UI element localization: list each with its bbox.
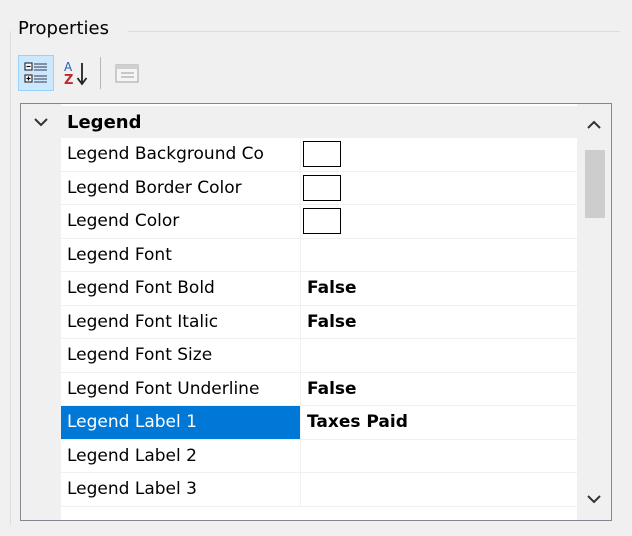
property-value[interactable]: False xyxy=(301,272,577,305)
property-name[interactable]: Legend Color xyxy=(61,205,301,238)
grid-gutter xyxy=(21,104,61,520)
property-row[interactable]: Legend Font Italic False xyxy=(61,305,577,339)
property-name[interactable]: Legend Background Co xyxy=(61,138,301,171)
property-row[interactable]: Legend Label 2 xyxy=(61,439,577,473)
group-border-left xyxy=(10,31,11,525)
color-swatch[interactable] xyxy=(303,208,341,235)
property-pages-button[interactable] xyxy=(109,55,145,91)
alphabetical-button[interactable]: A Z xyxy=(58,55,94,91)
property-value[interactable] xyxy=(301,172,577,205)
property-value[interactable] xyxy=(301,205,577,238)
property-row[interactable]: Legend Font xyxy=(61,238,577,272)
property-row[interactable]: Legend Background Co xyxy=(61,138,577,172)
vertical-scrollbar[interactable] xyxy=(577,104,611,520)
property-row[interactable]: Legend Color xyxy=(61,205,577,239)
chevron-down-icon xyxy=(34,118,48,127)
categorized-icon xyxy=(24,62,47,83)
property-value[interactable]: False xyxy=(301,373,577,406)
category-label: Legend xyxy=(67,111,142,133)
property-name[interactable]: Legend Label 2 xyxy=(61,439,301,472)
property-row[interactable]: Legend Border Color xyxy=(61,171,577,205)
property-name[interactable]: Legend Font xyxy=(61,238,301,271)
property-pages-icon xyxy=(115,64,139,83)
scroll-up-button[interactable] xyxy=(577,108,611,142)
property-rows: Legend Background Co Legend Border Color L… xyxy=(61,138,577,507)
property-value[interactable] xyxy=(301,138,577,171)
property-name[interactable]: Legend Label 3 xyxy=(61,473,301,506)
color-swatch[interactable] xyxy=(303,141,341,168)
category-toggle[interactable] xyxy=(21,116,61,128)
property-value[interactable] xyxy=(301,239,577,272)
panel-title: Properties xyxy=(18,18,109,39)
properties-panel: Properties A Z Legend Legend Background … xyxy=(0,0,632,536)
property-grid[interactable]: Legend Legend Background Co Legend Border… xyxy=(20,103,612,521)
property-row[interactable]: Legend Font Underline False xyxy=(61,372,577,406)
property-name[interactable]: Legend Label 1 xyxy=(61,406,301,439)
property-value[interactable]: False xyxy=(301,306,577,339)
property-name[interactable]: Legend Font Size xyxy=(61,339,301,372)
categorized-button[interactable] xyxy=(18,55,54,91)
property-row[interactable]: Legend Font Size xyxy=(61,339,577,373)
property-value[interactable]: Taxes Paid xyxy=(301,406,577,439)
property-value[interactable] xyxy=(301,473,577,506)
property-row[interactable]: Legend Label 3 xyxy=(61,473,577,507)
property-value[interactable] xyxy=(301,339,577,372)
svg-text:Z: Z xyxy=(64,73,73,87)
properties-toolbar: A Z xyxy=(18,53,149,93)
property-name[interactable]: Legend Font Italic xyxy=(61,305,301,338)
scrollbar-thumb[interactable] xyxy=(585,150,605,218)
property-row[interactable]: Legend Label 1 Taxes Paid xyxy=(61,406,577,440)
svg-text:A: A xyxy=(64,60,73,74)
property-value[interactable] xyxy=(301,440,577,473)
property-row[interactable]: Legend Font Bold False xyxy=(61,272,577,306)
property-name[interactable]: Legend Font Bold xyxy=(61,272,301,305)
category-row-legend[interactable]: Legend xyxy=(21,106,577,138)
chevron-up-icon xyxy=(587,120,601,129)
group-border-top xyxy=(128,31,620,32)
alphabetical-sort-icon: A Z xyxy=(64,60,88,87)
chevron-down-icon xyxy=(587,495,601,504)
color-swatch[interactable] xyxy=(303,174,341,201)
scroll-down-button[interactable] xyxy=(577,482,611,516)
property-name[interactable]: Legend Font Underline xyxy=(61,372,301,405)
property-name[interactable]: Legend Border Color xyxy=(61,171,301,204)
toolbar-separator xyxy=(100,57,101,89)
